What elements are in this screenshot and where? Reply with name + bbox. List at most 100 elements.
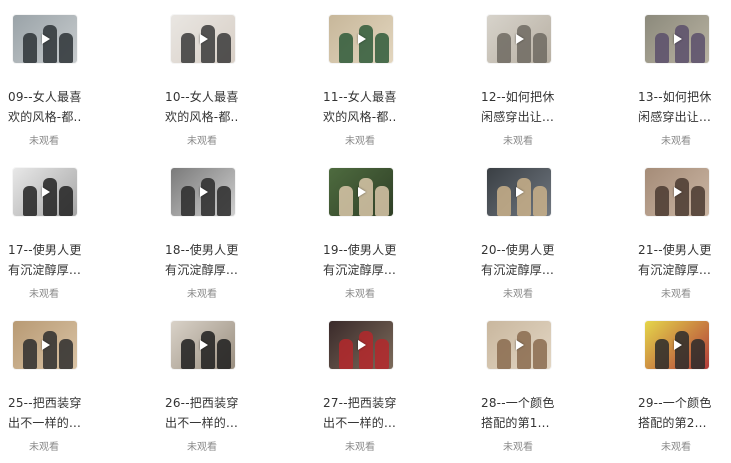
video-title-line1[interactable]: 29--一个颜色: [638, 393, 731, 413]
watch-status: 未观看: [29, 289, 59, 300]
thumbnail-figure: [43, 331, 57, 369]
play-icon[interactable]: [516, 34, 524, 44]
thumbnail-figure: [497, 339, 511, 369]
watch-status: 未观看: [503, 136, 533, 147]
thumbnail-figure: [517, 331, 531, 369]
video-title-line1[interactable]: 19--使男人更: [323, 240, 419, 260]
video-title-line2[interactable]: 有沉淀醇厚...: [8, 260, 104, 280]
thumbnail-figure: [217, 186, 231, 216]
video-title-line2[interactable]: 搭配的第1...: [481, 413, 577, 433]
thumbnail-figure: [655, 339, 669, 369]
thumbnail-figure: [517, 25, 531, 63]
thumbnail-figure: [23, 186, 37, 216]
thumbnail-figure: [375, 33, 389, 63]
thumbnail-figure: [59, 339, 73, 369]
thumbnail-figure: [181, 339, 195, 369]
video-title-line1[interactable]: 20--使男人更: [481, 240, 577, 260]
video-thumbnail[interactable]: [645, 321, 709, 369]
thumbnail-figure: [533, 186, 547, 216]
video-thumbnail[interactable]: [13, 15, 77, 63]
video-title-line1[interactable]: 26--把西装穿: [165, 393, 261, 413]
video-title-line1[interactable]: 25--把西装穿: [8, 393, 104, 413]
watch-status: 未观看: [187, 442, 217, 453]
play-icon[interactable]: [42, 340, 50, 350]
video-thumbnail[interactable]: [13, 168, 77, 216]
video-thumbnail[interactable]: [487, 168, 551, 216]
play-icon[interactable]: [674, 187, 682, 197]
play-icon[interactable]: [42, 187, 50, 197]
video-title-line2[interactable]: 欢的风格-都..: [8, 107, 104, 127]
video-thumbnail[interactable]: [645, 168, 709, 216]
play-icon[interactable]: [200, 187, 208, 197]
thumbnail-figure: [181, 33, 195, 63]
video-thumbnail[interactable]: [171, 15, 235, 63]
play-icon[interactable]: [200, 340, 208, 350]
play-icon[interactable]: [674, 34, 682, 44]
thumbnail-figure: [533, 33, 547, 63]
video-title-line2[interactable]: 有沉淀醇厚...: [165, 260, 261, 280]
play-icon[interactable]: [674, 340, 682, 350]
video-thumbnail[interactable]: [645, 15, 709, 63]
video-title-line2[interactable]: 有沉淀醇厚...: [323, 260, 419, 280]
video-title-line1[interactable]: 09--女人最喜: [8, 87, 104, 107]
video-title-line2[interactable]: 欢的风格-都..: [323, 107, 419, 127]
play-icon[interactable]: [516, 340, 524, 350]
video-title-line2[interactable]: 闲感穿出让...: [481, 107, 577, 127]
video-title-line1[interactable]: 18--使男人更: [165, 240, 261, 260]
video-thumbnail[interactable]: [487, 15, 551, 63]
video-thumbnail[interactable]: [329, 15, 393, 63]
video-thumbnail[interactable]: [487, 321, 551, 369]
thumbnail-figure: [217, 33, 231, 63]
thumbnail-figure: [655, 33, 669, 63]
thumbnail-figure: [201, 25, 215, 63]
watch-status: 未观看: [187, 289, 217, 300]
thumbnail-figure: [497, 186, 511, 216]
play-icon[interactable]: [516, 187, 524, 197]
play-icon[interactable]: [358, 34, 366, 44]
video-thumbnail[interactable]: [329, 168, 393, 216]
thumbnail-figure: [339, 339, 353, 369]
thumbnail-figure: [691, 339, 705, 369]
video-title-line1[interactable]: 11--女人最喜: [323, 87, 419, 107]
video-title-line1[interactable]: 28--一个颜色: [481, 393, 577, 413]
video-title-line1[interactable]: 10--女人最喜: [165, 87, 261, 107]
video-title-line2[interactable]: 出不一样的...: [8, 413, 104, 433]
video-title-line1[interactable]: 21--使男人更: [638, 240, 731, 260]
play-icon[interactable]: [200, 34, 208, 44]
play-icon[interactable]: [42, 34, 50, 44]
watch-status: 未观看: [29, 136, 59, 147]
video-title-line2[interactable]: 搭配的第2...: [638, 413, 731, 433]
video-title-line2[interactable]: 出不一样的...: [165, 413, 261, 433]
video-title-line1[interactable]: 17--使男人更: [8, 240, 104, 260]
video-title-line1[interactable]: 13--如何把休: [638, 87, 731, 107]
thumbnail-figure: [675, 25, 689, 63]
thumbnail-figure: [359, 331, 373, 369]
video-title-line1[interactable]: 27--把西装穿: [323, 393, 419, 413]
video-title-line1[interactable]: 12--如何把休: [481, 87, 577, 107]
video-thumbnail[interactable]: [171, 168, 235, 216]
video-title-line2[interactable]: 有沉淀醇厚...: [481, 260, 577, 280]
video-title-line2[interactable]: 出不一样的...: [323, 413, 419, 433]
watch-status: 未观看: [345, 442, 375, 453]
thumbnail-figure: [533, 339, 547, 369]
thumbnail-figure: [43, 25, 57, 63]
thumbnail-figure: [655, 186, 669, 216]
video-thumbnail[interactable]: [13, 321, 77, 369]
video-title-line2[interactable]: 闲感穿出让...: [638, 107, 731, 127]
thumbnail-figure: [201, 331, 215, 369]
thumbnail-figure: [675, 331, 689, 369]
thumbnail-figure: [59, 33, 73, 63]
video-thumbnail[interactable]: [171, 321, 235, 369]
play-icon[interactable]: [358, 340, 366, 350]
watch-status: 未观看: [661, 442, 691, 453]
watch-status: 未观看: [661, 136, 691, 147]
thumbnail-figure: [359, 178, 373, 216]
thumbnail-figure: [181, 186, 195, 216]
play-icon[interactable]: [358, 187, 366, 197]
thumbnail-figure: [691, 33, 705, 63]
video-grid: 09--女人最喜 欢的风格-都.. 未观看 10--女人最喜 欢的风格-都.. 未观看…: [0, 0, 731, 463]
thumbnail-figure: [23, 339, 37, 369]
video-thumbnail[interactable]: [329, 321, 393, 369]
video-title-line2[interactable]: 有沉淀醇厚...: [638, 260, 731, 280]
video-title-line2[interactable]: 欢的风格-都..: [165, 107, 261, 127]
